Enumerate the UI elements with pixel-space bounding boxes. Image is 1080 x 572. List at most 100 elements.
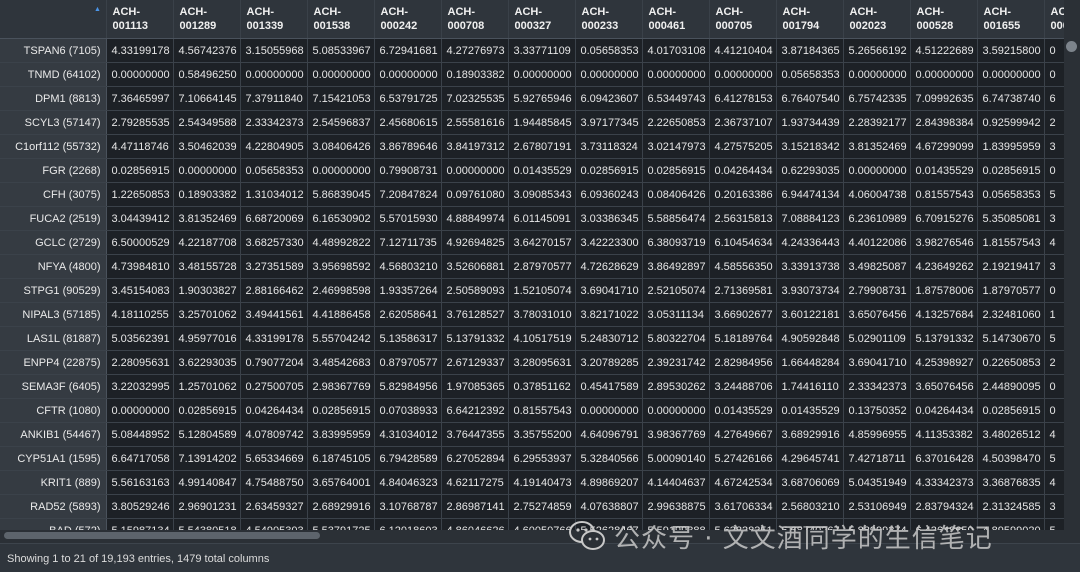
table-cell[interactable]: 4 (1044, 230, 1064, 255)
table-cell[interactable]: 4.40122086 (843, 230, 911, 255)
table-cell[interactable]: 4.41886458 (307, 302, 375, 327)
table-cell[interactable]: 5 (1044, 326, 1064, 351)
column-header[interactable]: ACH- 002023 (843, 0, 911, 39)
table-cell[interactable]: 6.74738740 (977, 86, 1045, 111)
column-header[interactable]: ACH- 000327 (508, 0, 576, 39)
table-cell[interactable]: 0.62293035 (776, 158, 844, 183)
table-cell[interactable]: 3.97177345 (575, 110, 643, 135)
table-cell[interactable]: 7.09992635 (910, 86, 978, 111)
table-cell[interactable]: 4 (1044, 470, 1064, 495)
table-cell[interactable]: 6.53449743 (642, 86, 710, 111)
table-cell[interactable]: 3.10768787 (374, 494, 442, 519)
table-cell[interactable]: 2.67807191 (508, 134, 576, 159)
table-cell[interactable]: 5.04351949 (843, 470, 911, 495)
table-cell[interactable]: 0.00000000 (642, 62, 710, 87)
table-cell[interactable]: 0.18903382 (441, 62, 509, 87)
table-cell[interactable]: 4.89599020 (977, 518, 1045, 530)
table-cell[interactable]: 0.02856915 (106, 158, 174, 183)
table-cell[interactable]: 6.09360243 (575, 182, 643, 207)
table-cell[interactable]: 2 (1044, 350, 1064, 375)
table-cell[interactable]: 4.54905303 (240, 518, 308, 530)
table-cell[interactable]: 4.14404637 (642, 470, 710, 495)
table-cell[interactable]: 1.52105074 (508, 278, 576, 303)
table-cell[interactable]: 3.36876835 (977, 470, 1045, 495)
table-cell[interactable]: 0.02856915 (575, 158, 643, 183)
table-cell[interactable]: 5 (1044, 446, 1064, 471)
table-cell[interactable]: 1.31034012 (240, 182, 308, 207)
table-cell[interactable]: 0.01435529 (910, 158, 978, 183)
table-cell[interactable]: 2.82984956 (709, 350, 777, 375)
table-cell[interactable]: 2.28095631 (106, 350, 174, 375)
table-cell[interactable]: 0.58496250 (173, 62, 241, 87)
column-header[interactable]: ACH- 000708 (441, 0, 509, 39)
table-cell[interactable]: 2.50589093 (441, 278, 509, 303)
table-cell[interactable]: 0.45417589 (575, 374, 643, 399)
table-cell[interactable]: 4 (1044, 422, 1064, 447)
table-cell[interactable]: 2.54349588 (173, 110, 241, 135)
table-cell[interactable]: 0.00000000 (441, 158, 509, 183)
table-cell[interactable]: 4.90592848 (776, 326, 844, 351)
table-cell[interactable]: 3.48542683 (307, 350, 375, 375)
table-cell[interactable]: 4.84046323 (374, 470, 442, 495)
table-cell[interactable]: 3.02147973 (642, 134, 710, 159)
column-header[interactable]: ACH- 001794 (776, 0, 844, 39)
column-header[interactable]: ACH- 000528 (910, 0, 978, 39)
table-cell[interactable]: 0.05658353 (776, 62, 844, 87)
table-cell[interactable]: 4.64096791 (575, 422, 643, 447)
table-cell[interactable]: 4.67299099 (910, 134, 978, 159)
table-cell[interactable]: 4.22187708 (173, 230, 241, 255)
table-cell[interactable]: 3.95698592 (307, 254, 375, 279)
table-cell[interactable]: 2.22650853 (642, 110, 710, 135)
table-cell[interactable]: 0 (1044, 158, 1064, 183)
table-cell[interactable]: 5.08448952 (106, 422, 174, 447)
table-cell[interactable]: 5.86839045 (307, 182, 375, 207)
table-cell[interactable]: 0.18903382 (173, 182, 241, 207)
horizontal-scrollbar[interactable] (0, 530, 1064, 542)
table-cell[interactable]: 2.83794324 (910, 494, 978, 519)
table-cell[interactable]: 3.15055968 (240, 38, 308, 63)
table-cell[interactable]: 5.00090140 (642, 446, 710, 471)
table-cell[interactable]: 5 (1044, 182, 1064, 207)
table-cell[interactable]: 5.18189764 (709, 326, 777, 351)
table-cell[interactable]: 0.00000000 (307, 158, 375, 183)
table-cell[interactable]: 3.65764001 (307, 470, 375, 495)
table-cell[interactable]: 3.09085343 (508, 182, 576, 207)
table-cell[interactable]: 4.60050766 (508, 518, 576, 530)
table-cell[interactable]: 3.84197312 (441, 134, 509, 159)
table-cell[interactable]: 3.05311134 (642, 302, 710, 327)
table-cell[interactable]: 0.04264434 (910, 398, 978, 423)
table-cell[interactable]: 3 (1044, 134, 1064, 159)
table-cell[interactable]: 0.02856915 (173, 398, 241, 423)
table-cell[interactable]: 0.09761080 (441, 182, 509, 207)
column-header[interactable]: ACH-0000 (1044, 0, 1064, 39)
table-cell[interactable]: 2.31324585 (977, 494, 1045, 519)
table-cell[interactable]: 1.94485845 (508, 110, 576, 135)
table-cell[interactable]: 2.79908731 (843, 278, 911, 303)
table-cell[interactable]: 0.00000000 (508, 62, 576, 87)
table-cell[interactable]: 4.85996955 (843, 422, 911, 447)
table-cell[interactable]: 4.27649667 (709, 422, 777, 447)
table-cell[interactable]: 2.71369581 (709, 278, 777, 303)
table-cell[interactable]: 4.67242534 (709, 470, 777, 495)
table-cell[interactable]: 0.22650853 (977, 350, 1045, 375)
table-cell[interactable]: 3.49441561 (240, 302, 308, 327)
table-cell[interactable]: 3.86492897 (642, 254, 710, 279)
table-cell[interactable]: 1.81557543 (977, 230, 1045, 255)
table-cell[interactable]: 2.89530262 (642, 374, 710, 399)
table-cell[interactable]: 0.92599942 (977, 110, 1045, 135)
table-cell[interactable]: 3.86789646 (374, 134, 442, 159)
table-cell[interactable]: 6.79428589 (374, 446, 442, 471)
table-cell[interactable]: 1.93734439 (776, 110, 844, 135)
table-cell[interactable]: 7.10664145 (173, 86, 241, 111)
column-header[interactable]: ACH- 001655 (977, 0, 1045, 39)
table-cell[interactable]: 0.00000000 (106, 62, 174, 87)
table-cell[interactable]: 5.53791725 (307, 518, 375, 530)
table-cell[interactable]: 0.00000000 (106, 398, 174, 423)
table-cell[interactable]: 4.58556350 (709, 254, 777, 279)
column-header[interactable]: ACH- 000233 (575, 0, 643, 39)
table-cell[interactable]: 4.41210404 (709, 38, 777, 63)
table-cell[interactable]: 0.79077204 (240, 350, 308, 375)
table-cell[interactable]: 2.33342373 (240, 110, 308, 135)
table-cell[interactable]: 3.45154083 (106, 278, 174, 303)
table-cell[interactable]: 6.64212392 (441, 398, 509, 423)
